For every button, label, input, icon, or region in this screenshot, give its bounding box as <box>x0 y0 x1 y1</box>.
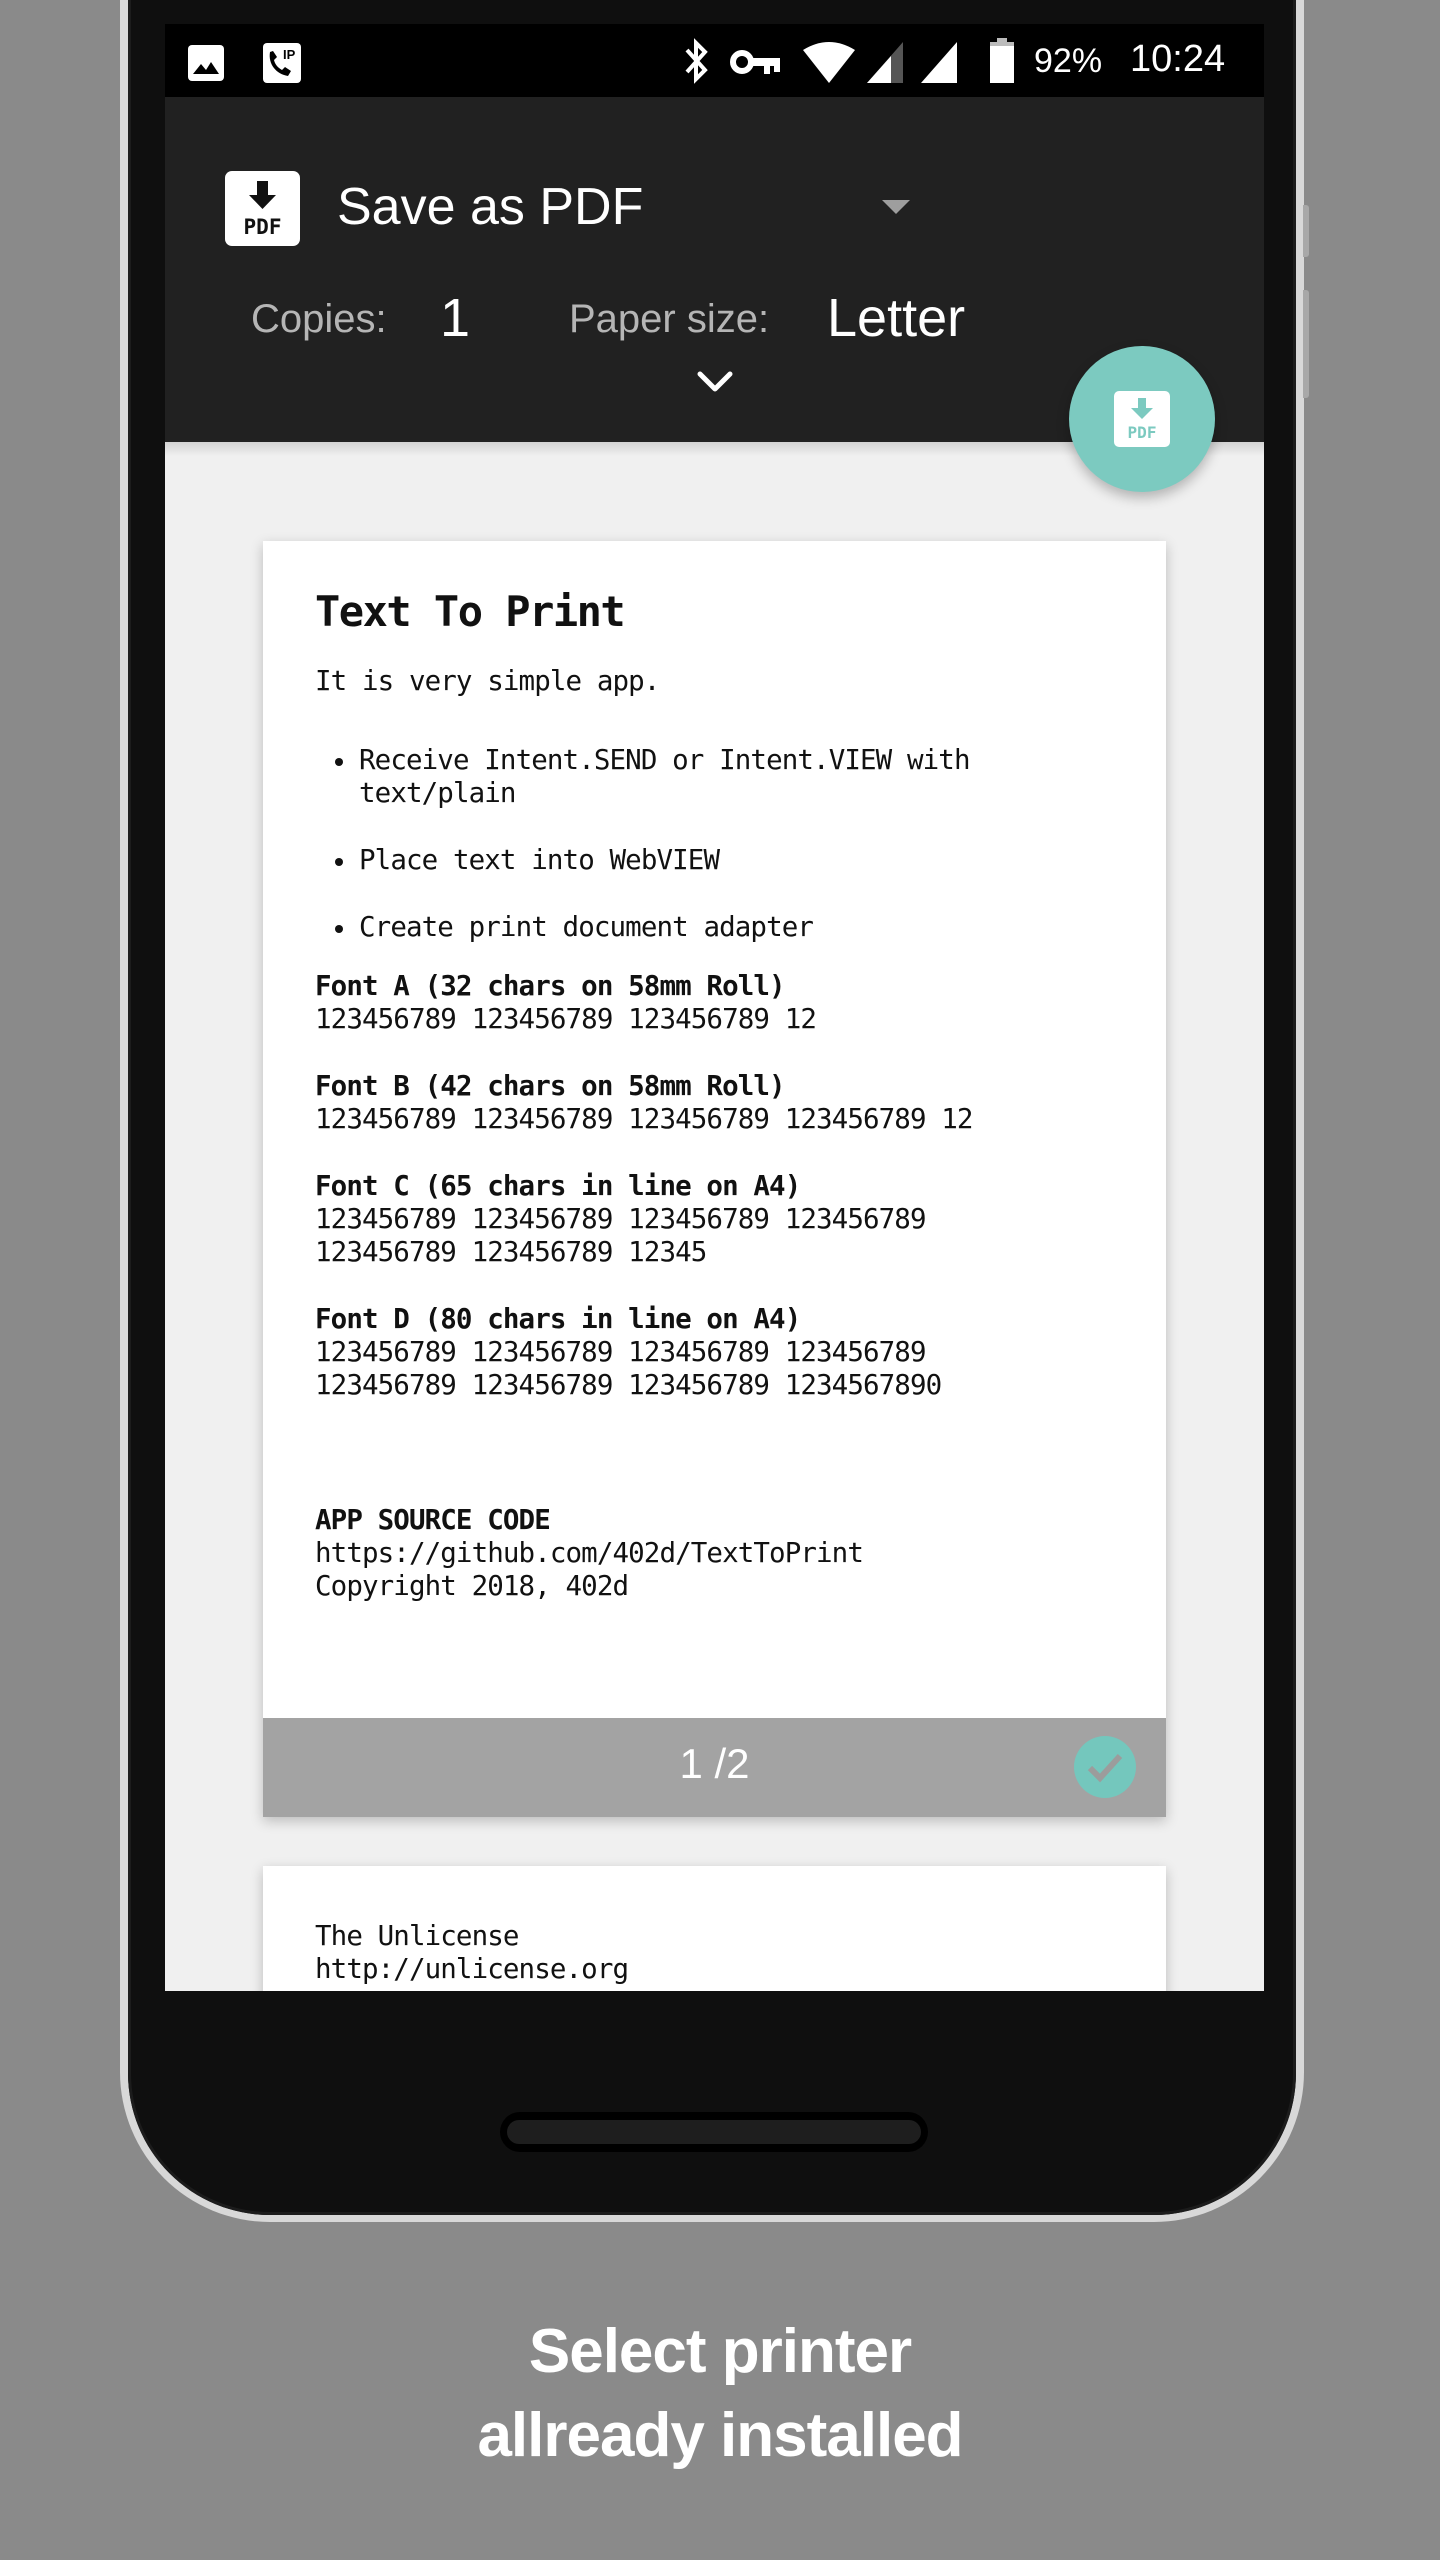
font-sample-b: Font B (42 chars on 58mm Roll) 123456789… <box>315 1070 1126 1136</box>
paper-size-value[interactable]: Letter <box>827 287 965 349</box>
source-title: APP SOURCE CODE <box>315 1504 551 1536</box>
battery-percent: 92% <box>1034 42 1103 80</box>
save-pdf-icon: PDF <box>1114 391 1170 447</box>
printer-name[interactable]: Save as PDF <box>337 177 643 237</box>
print-preview[interactable]: Text To Print It is very simple app. Rec… <box>165 442 1264 1991</box>
clock: 10:24 <box>1130 38 1226 80</box>
caption-line-2: allready installed <box>477 2401 963 2470</box>
checkmark-icon <box>1087 1753 1123 1783</box>
font-sample-line: 123456789 123456789 123456789 123456789 <box>315 1203 927 1235</box>
phone-screen: IP 92% 10:24 PDF Save as PDF Copies: 1 P… <box>165 24 1264 1991</box>
license-name: The Unlicense <box>315 1920 519 1952</box>
font-sample-line: 123456789 123456789 12345 <box>315 1236 707 1268</box>
list-item: Place text into WebVIEW <box>315 844 1126 877</box>
copies-value[interactable]: 1 <box>440 287 470 349</box>
page-2-content: The Unlicense http://unlicense.org <box>315 1920 1126 1986</box>
preview-page-1[interactable]: Text To Print It is very simple app. Rec… <box>263 541 1166 1817</box>
font-sample-title: Font A (32 chars on 58mm Roll) <box>315 970 786 1002</box>
font-sample-c: Font C (65 chars in line on A4) 12345678… <box>315 1170 1126 1269</box>
promo-caption: Select printer allready installed <box>0 2310 1440 2478</box>
page-1-content: Text To Print It is very simple app. Rec… <box>315 587 1126 1603</box>
page-indicator: 1 /2 <box>679 1740 750 1787</box>
page-selected-checkbox[interactable] <box>1074 1736 1136 1798</box>
signal-icon-1 <box>865 40 905 89</box>
wifi-icon <box>801 40 857 89</box>
status-bar: IP 92% 10:24 <box>165 24 1264 97</box>
font-sample-line: 123456789 123456789 123456789 123456789 … <box>315 1103 973 1135</box>
font-sample-title: Font B (42 chars on 58mm Roll) <box>315 1070 786 1102</box>
caption-line-1: Select printer <box>528 2317 912 2386</box>
vpn-key-icon <box>730 46 782 83</box>
source-url: https://github.com/402d/TextToPrint <box>315 1537 864 1569</box>
svg-text:PDF: PDF <box>1128 423 1157 442</box>
font-sample-title: Font C (65 chars in line on A4) <box>315 1170 801 1202</box>
power-button <box>1303 290 1309 398</box>
font-sample-title: Font D (80 chars in line on A4) <box>315 1303 801 1335</box>
copyright: Copyright 2018, 402d <box>315 1570 629 1602</box>
pdf-icon: PDF <box>225 171 300 246</box>
source-info: APP SOURCE CODE https://github.com/402d/… <box>315 1504 1126 1603</box>
ip-call-icon: IP <box>262 42 302 89</box>
document-intro: It is very simple app. <box>315 665 660 697</box>
volume-button <box>1303 205 1309 257</box>
list-item: Receive Intent.SEND or Intent.VIEW with … <box>315 744 1126 810</box>
font-sample-line: 123456789 123456789 123456789 12 <box>315 1003 817 1035</box>
document-title: Text To Print <box>315 587 626 636</box>
license-url: http://unlicense.org <box>315 1953 629 1985</box>
font-sample-line: 123456789 123456789 123456789 123456789 <box>315 1336 927 1368</box>
paper-size-label: Paper size: <box>569 297 770 341</box>
bluetooth-icon <box>681 38 711 89</box>
font-sample-line: 123456789 123456789 123456789 1234567890 <box>315 1369 942 1401</box>
svg-text:IP: IP <box>283 47 296 62</box>
chevron-down-icon[interactable] <box>695 369 735 400</box>
font-sample-a: Font A (32 chars on 58mm Roll) 123456789… <box>315 970 1126 1036</box>
svg-text:PDF: PDF <box>244 215 282 239</box>
battery-icon <box>989 38 1015 89</box>
page-footer: 1 /2 <box>263 1718 1166 1817</box>
signal-icon-2 <box>919 40 959 89</box>
dropdown-arrow-icon[interactable] <box>882 200 910 214</box>
copies-label: Copies: <box>251 297 387 341</box>
image-notification-icon <box>187 44 225 87</box>
feature-list: Receive Intent.SEND or Intent.VIEW with … <box>315 744 1126 944</box>
list-item: Create print document adapter <box>315 911 1126 944</box>
phone-speaker-grille <box>500 2112 928 2152</box>
font-sample-d: Font D (80 chars in line on A4) 12345678… <box>315 1303 1126 1402</box>
save-pdf-fab[interactable]: PDF <box>1069 346 1215 492</box>
preview-page-2[interactable]: The Unlicense http://unlicense.org <box>263 1866 1166 1991</box>
